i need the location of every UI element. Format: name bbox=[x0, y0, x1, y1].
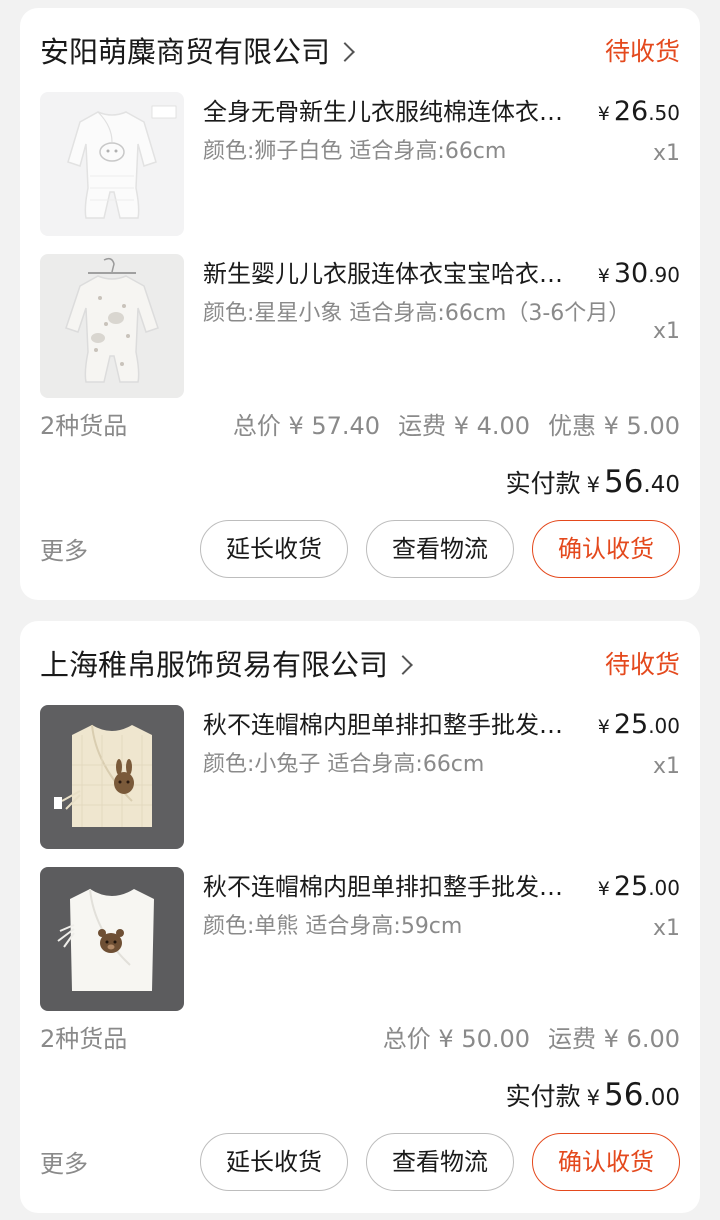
product-image bbox=[40, 92, 184, 236]
shop-header: 安阳萌麋商贸有限公司 待收货 bbox=[40, 30, 680, 74]
cost-breakdown: 总价 ¥ 57.40 运费 ¥ 4.00 优惠 ¥ 5.00 bbox=[215, 406, 680, 446]
currency-symbol: ¥ bbox=[597, 716, 610, 738]
extend-receipt-button[interactable]: 延长收货 bbox=[200, 520, 348, 578]
price-integer: 30 bbox=[613, 258, 649, 289]
price-decimal: .00 bbox=[648, 876, 680, 900]
product-title: 全身无骨新生儿衣服纯棉连体衣宝宝哈衣 bbox=[203, 98, 573, 126]
total-price: 总价 ¥ 50.00 bbox=[382, 1025, 531, 1053]
price-decimal: .00 bbox=[648, 714, 680, 738]
item-count: 2种货品 bbox=[40, 412, 128, 440]
product-quantity: x1 bbox=[652, 141, 680, 166]
product-title: 秋不连帽棉内胆单排扣整手批发马甲 bbox=[203, 873, 573, 901]
order-summary: 2种货品 总价 ¥ 57.40 运费 ¥ 4.00 优惠 ¥ 5.00 bbox=[40, 406, 680, 446]
currency-symbol: ¥ bbox=[586, 1086, 600, 1110]
order-item[interactable]: 秋不连帽棉内胆单排扣整手批发马甲 颜色:小兔子 适合身高:66cm ¥25.00… bbox=[40, 705, 680, 849]
item-count: 2种货品 bbox=[40, 1025, 128, 1053]
order-actions: 更多 延长收货 查看物流 确认收货 bbox=[40, 1133, 680, 1195]
currency-symbol: ¥ bbox=[597, 103, 610, 125]
price-integer: 25 bbox=[613, 709, 649, 740]
product-quantity: x1 bbox=[652, 319, 680, 344]
product-spec: 颜色:小兔子 适合身高:66cm bbox=[203, 752, 485, 777]
confirm-receipt-button[interactable]: 确认收货 bbox=[532, 520, 680, 578]
total-price: 总价 ¥ 57.40 bbox=[232, 412, 381, 440]
paid-decimal: .00 bbox=[643, 1085, 680, 1111]
product-title: 秋不连帽棉内胆单排扣整手批发马甲 bbox=[203, 711, 573, 739]
order-summary: 2种货品 总价 ¥ 50.00 运费 ¥ 6.00 bbox=[40, 1019, 680, 1059]
chevron-right-icon bbox=[335, 42, 355, 62]
product-price: ¥26.50 bbox=[598, 94, 680, 133]
product-price: ¥25.00 bbox=[598, 707, 680, 746]
product-quantity: x1 bbox=[652, 916, 680, 941]
more-button[interactable]: 更多 bbox=[40, 520, 88, 582]
price-integer: 26 bbox=[613, 96, 649, 127]
extend-receipt-button[interactable]: 延长收货 bbox=[200, 1133, 348, 1191]
price-decimal: .50 bbox=[648, 101, 680, 125]
product-image bbox=[40, 867, 184, 1011]
order-status: 待收货 bbox=[604, 650, 680, 679]
paid-amount: 实付款 ¥56.40 bbox=[506, 460, 680, 504]
price-decimal: .90 bbox=[648, 263, 680, 287]
paid-label: 实付款 bbox=[505, 469, 581, 498]
product-quantity: x1 bbox=[652, 754, 680, 779]
view-logistics-button[interactable]: 查看物流 bbox=[366, 520, 514, 578]
order-card: 上海稚帛服饰贸易有限公司 待收货 秋不连帽棉内胆单排扣整手批发马甲 颜色:小兔子 bbox=[20, 621, 700, 1213]
order-actions: 更多 延长收货 查看物流 确认收货 bbox=[40, 520, 680, 582]
product-spec: 颜色:单熊 适合身高:59cm bbox=[203, 914, 463, 939]
paid-integer: 56 bbox=[603, 464, 644, 500]
order-status: 待收货 bbox=[604, 37, 680, 66]
product-price: ¥25.00 bbox=[598, 869, 680, 908]
product-image bbox=[40, 254, 184, 398]
product-title: 新生婴儿儿衣服连体衣宝宝哈衣爬服 bbox=[203, 260, 573, 288]
paid-amount: 实付款 ¥56.00 bbox=[506, 1073, 680, 1117]
shop-name: 安阳萌麋商贸有限公司 bbox=[40, 35, 331, 69]
shop-name-link[interactable]: 上海稚帛服饰贸易有限公司 bbox=[40, 643, 413, 687]
currency-symbol: ¥ bbox=[597, 878, 610, 900]
product-spec: 颜色:星星小象 适合身高:66cm（3-6个月） bbox=[203, 301, 631, 326]
order-item[interactable]: 新生婴儿儿衣服连体衣宝宝哈衣爬服 颜色:星星小象 适合身高:66cm（3-6个月… bbox=[40, 254, 680, 398]
price-integer: 25 bbox=[613, 871, 649, 902]
order-item[interactable]: 全身无骨新生儿衣服纯棉连体衣宝宝哈衣 颜色:狮子白色 适合身高:66cm ¥26… bbox=[40, 92, 680, 236]
currency-symbol: ¥ bbox=[586, 473, 600, 497]
shop-name: 上海稚帛服饰贸易有限公司 bbox=[40, 648, 389, 682]
paid-decimal: .40 bbox=[643, 472, 680, 498]
shipping-fee: 运费 ¥ 6.00 bbox=[548, 1025, 680, 1053]
more-button[interactable]: 更多 bbox=[40, 1133, 88, 1195]
paid-integer: 56 bbox=[603, 1077, 644, 1113]
confirm-receipt-button[interactable]: 确认收货 bbox=[532, 1133, 680, 1191]
order-item[interactable]: 秋不连帽棉内胆单排扣整手批发马甲 颜色:单熊 适合身高:59cm ¥25.00 … bbox=[40, 867, 680, 1011]
shipping-fee: 运费 ¥ 4.00 bbox=[398, 412, 531, 440]
paid-label: 实付款 bbox=[505, 1082, 581, 1111]
product-spec: 颜色:狮子白色 适合身高:66cm bbox=[203, 139, 507, 164]
product-image bbox=[40, 705, 184, 849]
view-logistics-button[interactable]: 查看物流 bbox=[366, 1133, 514, 1191]
currency-symbol: ¥ bbox=[597, 265, 610, 287]
order-card: 安阳萌麋商贸有限公司 待收货 全身无骨新生儿衣服纯棉连体衣宝宝哈衣 颜色:狮子白… bbox=[20, 8, 700, 600]
chevron-right-icon bbox=[393, 655, 413, 675]
product-price: ¥30.90 bbox=[598, 256, 680, 295]
discount-amount: 优惠 ¥ 5.00 bbox=[548, 412, 680, 440]
cost-breakdown: 总价 ¥ 50.00 运费 ¥ 6.00 bbox=[365, 1019, 680, 1059]
shop-header: 上海稚帛服饰贸易有限公司 待收货 bbox=[40, 643, 680, 687]
shop-name-link[interactable]: 安阳萌麋商贸有限公司 bbox=[40, 30, 355, 74]
